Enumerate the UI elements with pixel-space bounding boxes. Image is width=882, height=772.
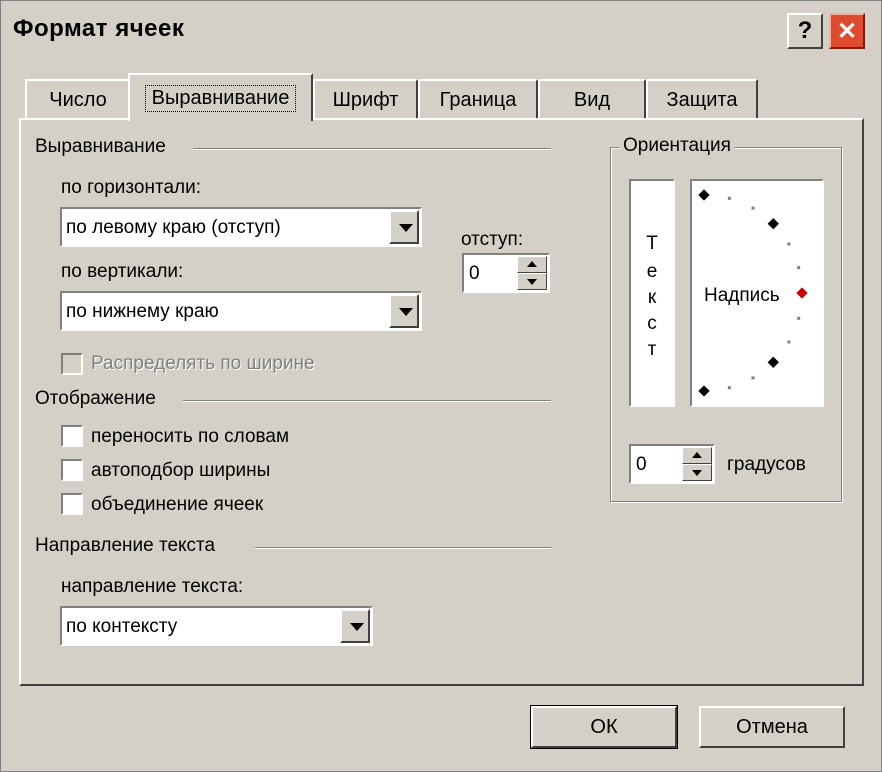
dial-marker: [767, 356, 779, 368]
dial-marker: [698, 385, 710, 397]
tab-alignment[interactable]: Выравнивание: [128, 73, 313, 121]
direction-value: по контексту: [66, 616, 178, 637]
vertical-text-button[interactable]: Т е к с т: [629, 179, 675, 407]
display-group-label: Отображение: [35, 388, 156, 409]
vertical-value: по нижнему краю: [66, 301, 219, 322]
dial-tick: [797, 316, 801, 320]
chevron-down-icon[interactable]: [389, 294, 419, 328]
wrap-text-checkbox[interactable]: [61, 425, 83, 447]
divider: [183, 400, 551, 402]
vertical-select[interactable]: по нижнему краю: [60, 291, 422, 331]
ok-button[interactable]: ОК: [530, 705, 678, 749]
dial-tick: [797, 266, 801, 270]
degrees-value: 0: [636, 454, 647, 475]
tab-font[interactable]: Шрифт: [313, 79, 418, 119]
vertical-text-letter: е: [646, 261, 658, 282]
spin-down-icon[interactable]: [682, 464, 712, 481]
indent-label: отступ:: [461, 229, 524, 250]
spin-up-icon[interactable]: [682, 447, 712, 464]
shrink-to-fit-label: автоподбор ширины: [91, 460, 271, 481]
merge-cells-label: объединение ячеек: [91, 494, 264, 515]
tab-number[interactable]: Число: [25, 79, 131, 119]
shrink-to-fit-checkbox[interactable]: [61, 459, 83, 481]
alignment-group-label: Выравнивание: [35, 136, 166, 157]
horizontal-label: по горизонтали:: [61, 177, 201, 198]
orientation-group-label: Ориентация: [619, 135, 735, 157]
orientation-dial[interactable]: Надпись: [690, 179, 824, 407]
degrees-spinner[interactable]: 0: [629, 444, 715, 484]
vertical-text-letter: т: [647, 339, 657, 360]
cancel-button[interactable]: Отмена: [699, 706, 845, 748]
dial-tick: [751, 376, 755, 380]
dial-tick: [787, 242, 791, 246]
indent-spinner[interactable]: 0: [462, 253, 550, 293]
spin-down-icon[interactable]: [517, 273, 547, 290]
dial-tick: [751, 206, 755, 210]
chevron-down-icon[interactable]: [389, 210, 419, 244]
tab-protection[interactable]: Защита: [646, 79, 758, 119]
dial-tick: [727, 196, 731, 200]
vertical-label: по вертикали:: [61, 261, 184, 282]
vertical-text-letter: к: [647, 287, 657, 308]
dial-caption: Надпись: [704, 285, 780, 306]
tab-view[interactable]: Вид: [538, 79, 646, 119]
vertical-text-letter: с: [647, 313, 657, 334]
horizontal-value: по левому краю (отступ): [66, 217, 281, 238]
dial-marker: [698, 189, 710, 201]
indent-value: 0: [469, 263, 480, 284]
degrees-label: градусов: [727, 454, 806, 475]
tab-border[interactable]: Граница: [418, 79, 538, 119]
distribute-label: Распределять по ширине: [91, 353, 315, 374]
horizontal-select[interactable]: по левому краю (отступ): [60, 207, 422, 247]
vertical-text-letter: Т: [646, 233, 658, 254]
divider: [193, 148, 551, 150]
dial-marker: [767, 218, 779, 230]
help-button[interactable]: ?: [787, 13, 823, 49]
dial-marker-active: [796, 287, 808, 299]
wrap-text-label: переносить по словам: [91, 426, 290, 447]
title-bar[interactable]: Формат ячеек ? ✕: [1, 1, 881, 61]
close-button[interactable]: ✕: [829, 13, 865, 49]
dial-tick: [727, 386, 731, 390]
spin-up-icon[interactable]: [517, 256, 547, 273]
direction-group-label: Направление текста: [35, 535, 216, 556]
dial-tick: [787, 340, 791, 344]
format-cells-dialog: Формат ячеек ? ✕ Число Выравнивание Шриф…: [0, 0, 882, 772]
chevron-down-icon[interactable]: [340, 609, 370, 643]
merge-cells-checkbox[interactable]: [61, 493, 83, 515]
divider: [255, 547, 551, 549]
direction-select[interactable]: по контексту: [60, 606, 373, 646]
dialog-title: Формат ячеек: [13, 15, 185, 42]
distribute-checkbox[interactable]: [61, 353, 83, 375]
direction-label: направление текста:: [61, 576, 244, 597]
